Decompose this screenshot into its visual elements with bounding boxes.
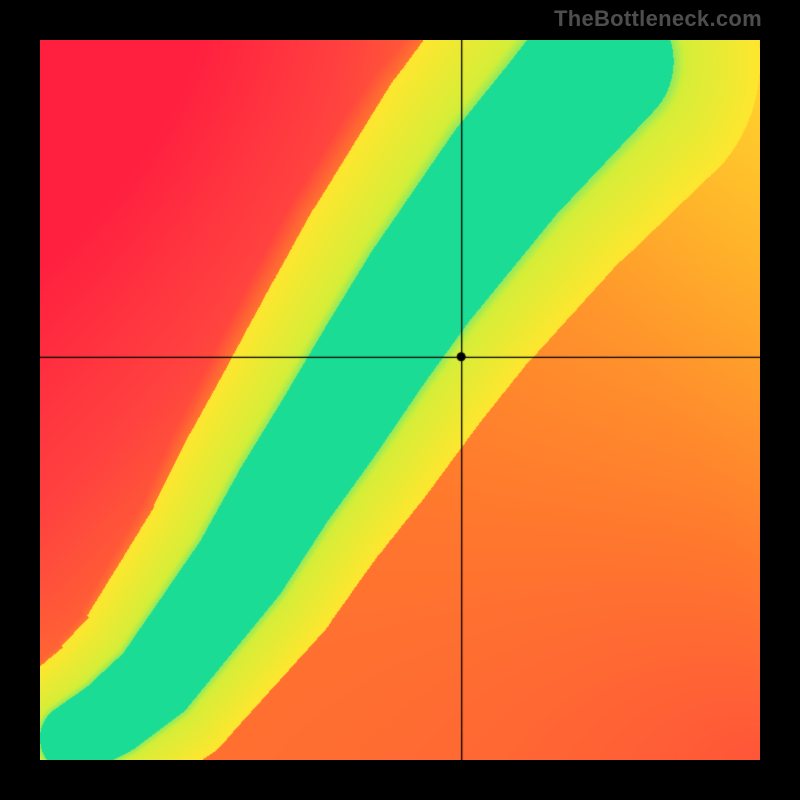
- heatmap-canvas: [40, 40, 760, 760]
- watermark-text: TheBottleneck.com: [554, 6, 762, 32]
- chart-stage: TheBottleneck.com: [0, 0, 800, 800]
